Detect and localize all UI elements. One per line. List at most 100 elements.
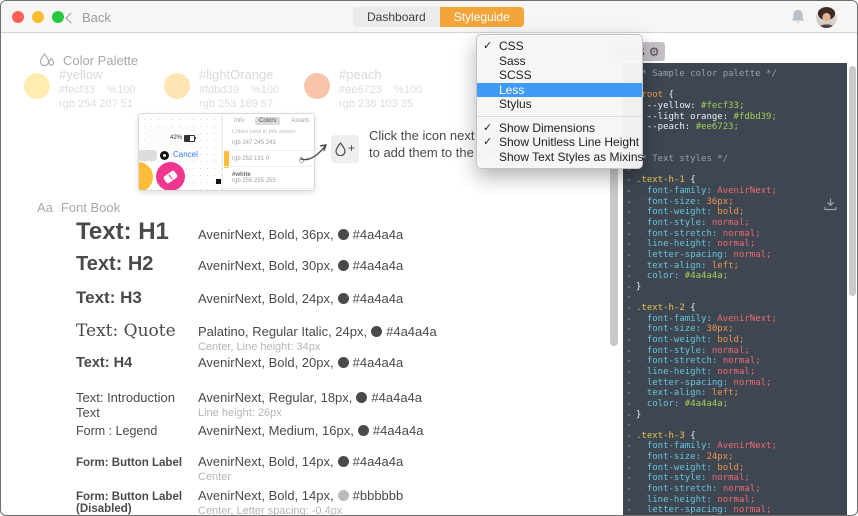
font-style-row[interactable]: Text: Introduction TextAvenirNext, Regul… — [76, 390, 612, 420]
color-swatch[interactable]: #lightOrange#fdbd39 %100rgb 253 189 57 — [164, 67, 304, 110]
font-spec-hex: #4a4a4a — [353, 227, 404, 242]
code-token: normal; — [717, 356, 760, 366]
menu-item-show-dimensions[interactable]: ✓Show Dimensions — [477, 121, 642, 136]
code-token: letter-spacing: — [636, 250, 728, 260]
user-avatar[interactable] — [816, 7, 837, 28]
code-line: color: #4a4a4a; — [623, 399, 847, 410]
minimize-window-button[interactable] — [32, 11, 44, 23]
mini-tab-colors: Colors — [255, 117, 280, 125]
code-line: font-style: normal; — [623, 346, 847, 357]
code-line — [623, 143, 847, 154]
back-button[interactable]: Back — [67, 8, 111, 26]
code-token: line-height: — [636, 367, 712, 377]
menu-item-show-text-styles-as-mixins[interactable]: Show Text Styles as Mixins — [477, 150, 642, 165]
menu-item-label: Sass — [499, 54, 526, 68]
menu-item-less[interactable]: Less — [477, 83, 642, 98]
left-scrollbar-thumb[interactable] — [610, 153, 618, 346]
color-swatch[interactable]: #peach#ee6723 %100rgb 238 103 35 — [304, 67, 444, 110]
add-to-palette-icon: + — [331, 135, 359, 163]
code-token: font-family: — [636, 186, 712, 196]
font-style-row[interactable]: Text: H1AvenirNext, Bold, 36px,#4a4a4a — [76, 218, 612, 246]
font-style-row[interactable]: Form : LegendAvenirNext, Medium, 16px,#4… — [76, 423, 612, 438]
color-palette-title: Color Palette — [63, 53, 138, 68]
font-spec-text: AvenirNext, Medium, 16px, — [198, 423, 354, 438]
format-dropdown-menu: ✓CSSSassSCSSLessStylus✓Show Dimensions✓S… — [476, 34, 643, 169]
code-token: } — [636, 410, 641, 420]
swatch-hex-alpha: #ee6723 %100 — [339, 84, 422, 96]
mini-tab-info: Info — [230, 117, 248, 125]
code-scrollbar-thumb[interactable] — [849, 66, 856, 296]
code-line: font-style: normal; — [623, 218, 847, 229]
download-icon[interactable] — [823, 197, 838, 212]
menu-item-show-unitless-line-height[interactable]: ✓Show Unitless Line Height — [477, 135, 642, 150]
mini-list-title: Colors used in this screen — [223, 125, 314, 135]
code-token: .text-h-3 — [636, 431, 685, 441]
code-token: #4a4a4a; — [679, 399, 728, 409]
font-style-row[interactable]: Text: H4AvenirNext, Bold, 20px,#4a4a4a — [76, 355, 612, 371]
view-tabs: Dashboard Styleguide — [353, 7, 524, 27]
font-style-row[interactable]: Text: QuotePalatino, Regular Italic, 24p… — [76, 321, 612, 353]
notifications-bell-icon[interactable] — [789, 9, 807, 25]
code-token: normal; — [728, 505, 771, 515]
droplet-icon — [335, 142, 346, 156]
code-token: normal; — [728, 250, 771, 260]
color-swatch[interactable]: #yellow#fecf33 %100rgb 254 207 51 — [24, 67, 164, 110]
menu-item-stylus[interactable]: Stylus — [477, 97, 642, 112]
code-token: left; — [706, 261, 739, 271]
code-token: #4a4a4a; — [679, 271, 728, 281]
code-line: font-stretch: normal; — [623, 229, 847, 240]
font-book-header: Aa Font Book — [37, 200, 120, 215]
font-spec-line: Palatino, Regular Italic, 24px,#4a4a4a — [198, 324, 612, 339]
font-spec-hex: #4a4a4a — [386, 324, 437, 339]
code-token: normal; — [712, 239, 755, 249]
code-token: #ee6723; — [696, 122, 739, 132]
tab-styleguide[interactable]: Styleguide — [440, 7, 524, 27]
color-swatch-list: #yellow#fecf33 %100rgb 254 207 51#lightO… — [24, 67, 444, 110]
mini-battery-label: 42% — [170, 135, 182, 141]
font-spec: AvenirNext, Bold, 14px,#4a4a4aCenter — [198, 454, 612, 483]
code-token: color: — [636, 271, 679, 281]
code-line: } — [623, 133, 847, 144]
checkmark-icon: ✓ — [483, 135, 492, 150]
code-token: font-family: — [636, 441, 712, 451]
plus-icon: + — [348, 141, 355, 155]
code-line: line-height: normal; — [623, 239, 847, 250]
color-dot — [338, 260, 349, 271]
font-spec: AvenirNext, Bold, 24px,#4a4a4a — [198, 291, 612, 306]
font-spec-line: AvenirNext, Bold, 20px,#4a4a4a — [198, 355, 612, 370]
font-spec-line: AvenirNext, Regular, 18px,#4a4a4a — [198, 390, 612, 405]
menu-item-css[interactable]: ✓ CSS — [477, 39, 642, 54]
zoom-window-button[interactable] — [52, 11, 64, 23]
close-window-button[interactable] — [12, 11, 24, 23]
code-line: /* Sample color palette */ — [623, 69, 847, 80]
code-token: --peach: — [636, 122, 696, 132]
app-window: Back Dashboard Styleguide Color Palette … — [0, 0, 858, 516]
menu-item-label: CSS — [499, 39, 524, 53]
checkmark-icon: ✓ — [483, 121, 492, 136]
font-style-row[interactable]: Text: H2AvenirNext, Bold, 30px,#4a4a4a — [76, 253, 612, 276]
code-token: { — [685, 431, 696, 441]
font-sample-text: Text: H4 — [76, 355, 198, 371]
checkmark-icon: ✓ — [483, 39, 492, 54]
tab-dashboard[interactable]: Dashboard — [353, 7, 440, 27]
font-style-row[interactable]: Form: Button Label (Disabled)AvenirNext,… — [76, 488, 612, 516]
code-line: color: #4a4a4a; — [623, 271, 847, 282]
swatch-name: #lightOrange — [199, 67, 279, 82]
font-spec-hex: #4a4a4a — [371, 390, 422, 405]
code-token: normal; — [717, 229, 760, 239]
code-token: font-style: — [636, 218, 706, 228]
font-sample-text: Form: Button Label (Disabled) — [76, 491, 198, 515]
code-token: /* Sample color palette */ — [636, 69, 777, 79]
code-line — [623, 420, 847, 431]
menu-item-sass[interactable]: Sass — [477, 54, 642, 69]
font-style-row[interactable]: Form: Button LabelAvenirNext, Bold, 14px… — [76, 454, 612, 483]
menu-item-scss[interactable]: SCSS — [477, 68, 642, 83]
font-spec-text: AvenirNext, Bold, 24px, — [198, 291, 334, 306]
code-token: --light orange: — [636, 112, 734, 122]
code-token: #fecf33; — [701, 101, 744, 111]
font-style-row[interactable]: Text: H3AvenirNext, Bold, 24px,#4a4a4a — [76, 288, 612, 308]
code-token: normal; — [706, 473, 749, 483]
code-token: 36px; — [701, 197, 734, 207]
menu-item-label: Stylus — [499, 97, 532, 111]
color-dot — [338, 293, 349, 304]
